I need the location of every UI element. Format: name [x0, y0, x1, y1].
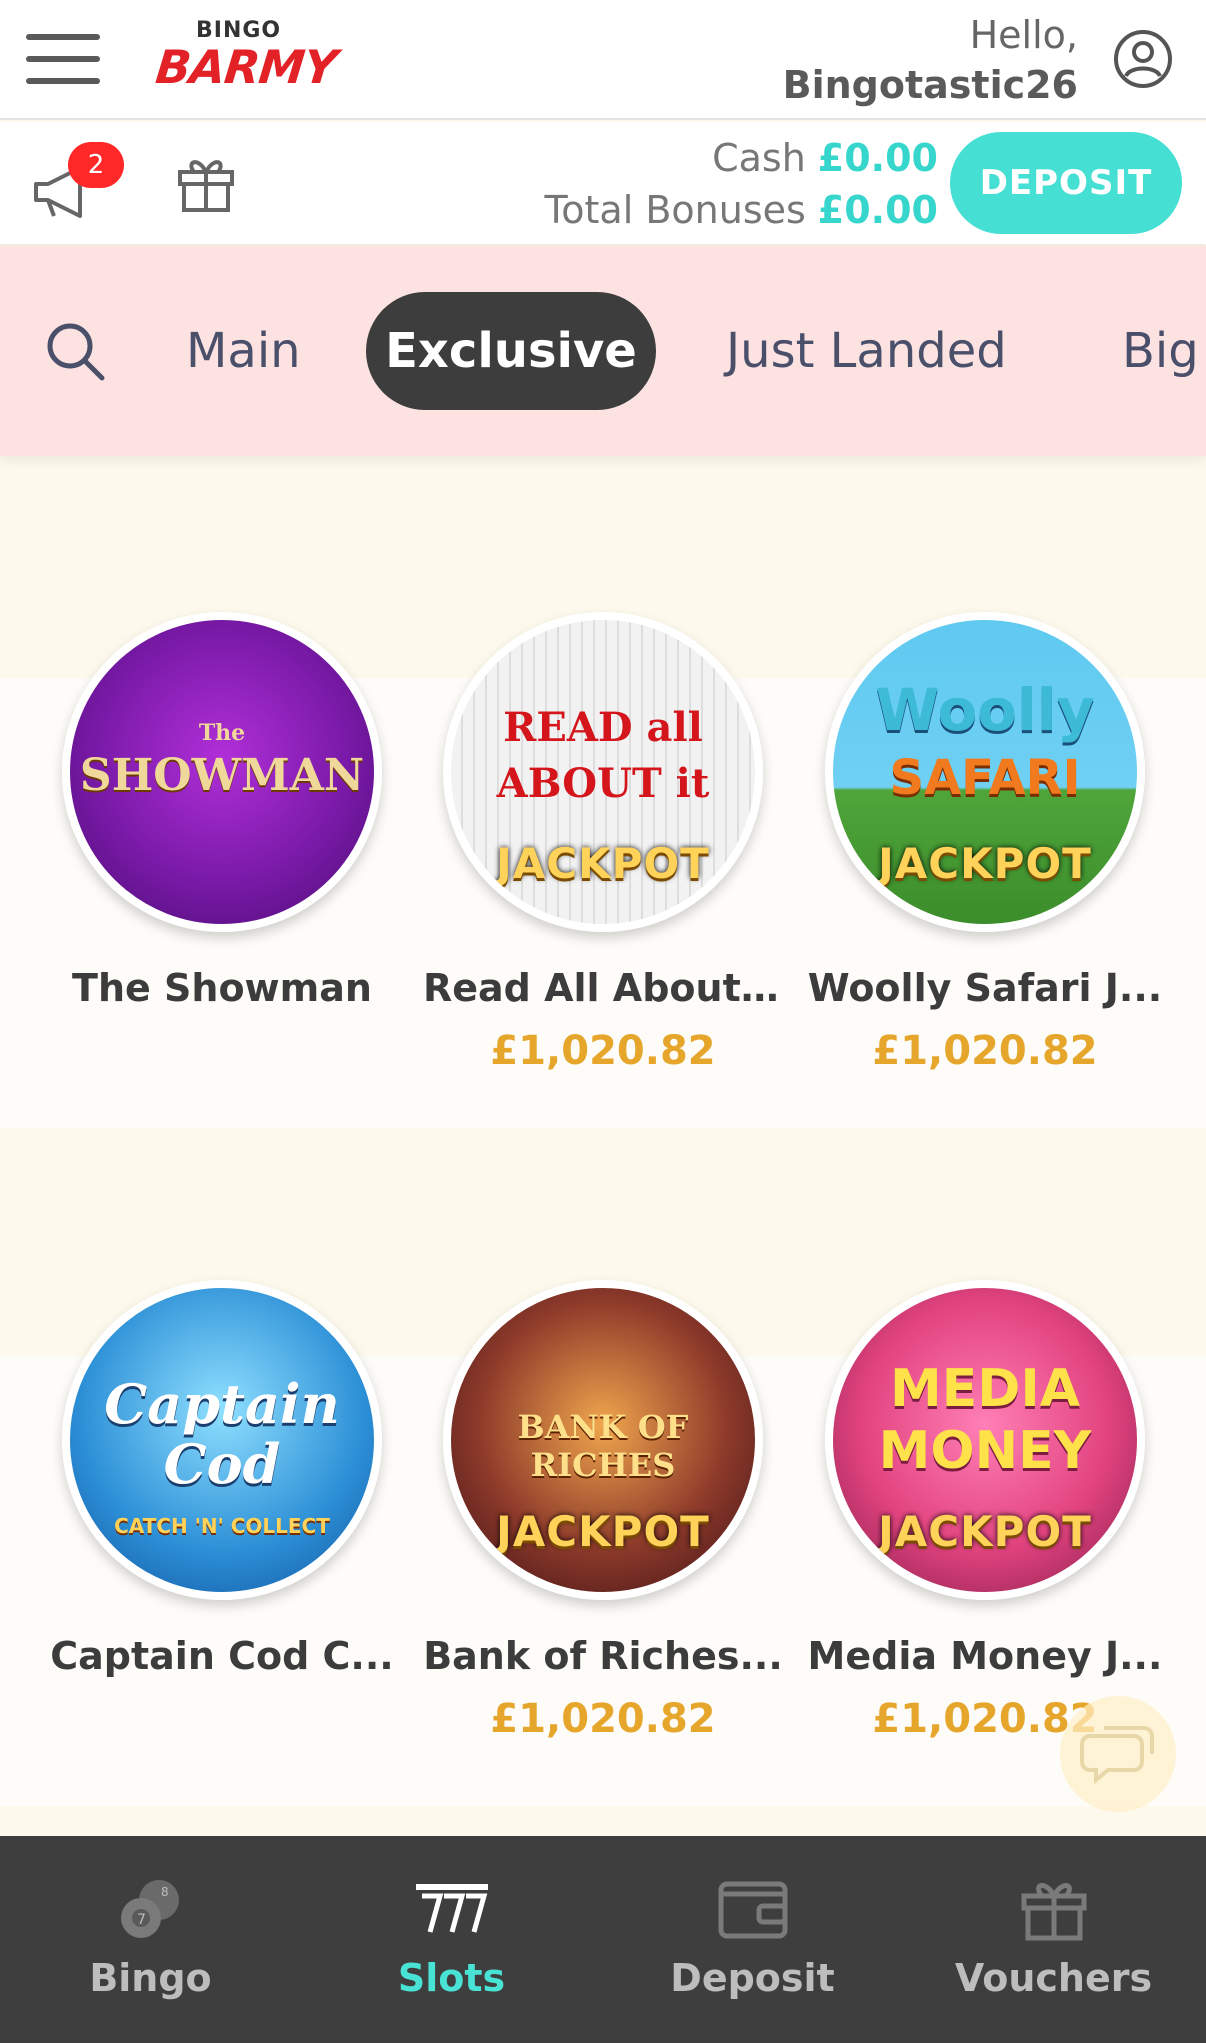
game-name: The Showman	[72, 966, 372, 1010]
art-badge: JACKPOT	[496, 839, 710, 888]
art-title: BANK OF RICHES	[517, 1408, 689, 1484]
game-name: Read All About...	[423, 966, 785, 1010]
game-tile[interactable]: MEDIA MONEY JACKPOT Media Money J... £1,…	[795, 1280, 1175, 1742]
bingo-barmy-logo[interactable]: BINGO BARMY	[153, 18, 339, 98]
game-name: Woolly Safari J...	[807, 966, 1163, 1010]
games-grid: The SHOWMAN The Showman READ all ABOUT i…	[0, 456, 1206, 1836]
tab-main[interactable]: Main	[186, 292, 301, 410]
tab-just-landed[interactable]: Just Landed	[726, 292, 1007, 410]
game-tile[interactable]: Captain Cod CATCH 'N' COLLECT Captain Co…	[32, 1280, 412, 1696]
nav-label: Bingo	[89, 1956, 212, 2000]
art-title: MEDIA MONEY	[878, 1359, 1092, 1481]
deposit-button[interactable]: DEPOSIT	[950, 132, 1182, 234]
art-subtitle: The	[198, 720, 246, 746]
game-tile[interactable]: The SHOWMAN The Showman	[32, 612, 412, 1028]
nav-deposit[interactable]: Deposit	[602, 1836, 903, 2043]
gift-icon[interactable]	[174, 150, 238, 214]
game-thumbnail[interactable]: Captain Cod CATCH 'N' COLLECT	[62, 1280, 382, 1600]
art-title: Captain Cod	[104, 1372, 340, 1496]
art-subtitle: CATCH 'N' COLLECT	[114, 1514, 330, 1538]
account-icon[interactable]	[1112, 28, 1174, 90]
game-jackpot: £1,020.82	[490, 1696, 716, 1742]
art-badge: JACKPOT	[878, 839, 1092, 888]
art-subtitle: SAFARI	[889, 750, 1081, 806]
chat-button[interactable]	[1060, 1696, 1176, 1812]
game-thumbnail[interactable]: READ all ABOUT it JACKPOT	[443, 612, 763, 932]
search-icon[interactable]	[42, 318, 108, 384]
greeting-text: Hello,	[969, 13, 1078, 57]
notification-badge: 2	[68, 142, 124, 188]
balances: Cash £0.00 Total Bonuses £0.00	[545, 132, 939, 236]
wallet-icon	[718, 1881, 787, 1939]
bingo-balls-icon: 7 8	[120, 1880, 179, 1938]
svg-text:7: 7	[137, 1912, 146, 1928]
nav-label: Vouchers	[954, 1956, 1153, 2000]
nav-label: Deposit	[670, 1956, 835, 2000]
art-badge: JACKPOT	[878, 1507, 1092, 1556]
game-name: Captain Cod C...	[50, 1634, 394, 1678]
art-title: READ all ABOUT it	[496, 704, 710, 807]
cash-row: Cash £0.00	[545, 132, 938, 184]
nav-vouchers[interactable]: Vouchers	[903, 1836, 1204, 2043]
bonus-value: £0.00	[817, 188, 938, 232]
category-tabs: Main Exclusive Just Landed Big	[0, 246, 1206, 456]
bottom-nav: 7 8 Bingo Slots Deposit Vouchers	[0, 1836, 1206, 2043]
cash-value: £0.00	[817, 136, 938, 180]
art-title: Woolly	[875, 676, 1095, 744]
logo-main-text: BARMY	[153, 40, 340, 94]
svg-text:8: 8	[161, 1885, 169, 1899]
bonus-row: Total Bonuses £0.00	[545, 184, 939, 236]
cash-label: Cash	[712, 136, 806, 180]
menu-icon[interactable]	[26, 34, 100, 84]
game-thumbnail[interactable]: Woolly SAFARI JACKPOT	[825, 612, 1145, 932]
game-thumbnail[interactable]: BANK OF RICHES JACKPOT	[443, 1280, 763, 1600]
game-jackpot: £1,020.82	[872, 1028, 1098, 1074]
game-tile[interactable]: Woolly SAFARI JACKPOT Woolly Safari J...…	[795, 612, 1175, 1074]
nav-bingo[interactable]: 7 8 Bingo	[0, 1836, 301, 2043]
username: Bingotastic26	[782, 63, 1078, 107]
game-thumbnail[interactable]: MEDIA MONEY JACKPOT	[825, 1280, 1145, 1600]
game-jackpot: £1,020.82	[490, 1028, 716, 1074]
bonus-label: Total Bonuses	[544, 188, 806, 232]
game-name: Media Money J...	[807, 1634, 1163, 1678]
art-title: SHOWMAN	[79, 750, 365, 801]
user-greeting: Hello, Bingotastic26	[783, 10, 1078, 110]
game-thumbnail[interactable]: The SHOWMAN	[62, 612, 382, 932]
app-header: BINGO BARMY Hello, Bingotastic26	[0, 0, 1206, 120]
tab-big[interactable]: Big	[1122, 292, 1199, 410]
slots-777-icon	[415, 1884, 488, 1933]
nav-label: Slots	[397, 1956, 506, 2000]
game-name: Bank of Riches...	[423, 1634, 783, 1678]
chat-icon	[1080, 1726, 1154, 1785]
tab-exclusive[interactable]: Exclusive	[366, 292, 656, 410]
game-tile[interactable]: BANK OF RICHES JACKPOT Bank of Riches...…	[413, 1280, 793, 1742]
nav-slots[interactable]: Slots	[301, 1836, 602, 2043]
art-badge: JACKPOT	[496, 1507, 710, 1556]
game-tile[interactable]: READ all ABOUT it JACKPOT Read All About…	[413, 612, 793, 1074]
gift-icon	[1021, 1883, 1086, 1941]
